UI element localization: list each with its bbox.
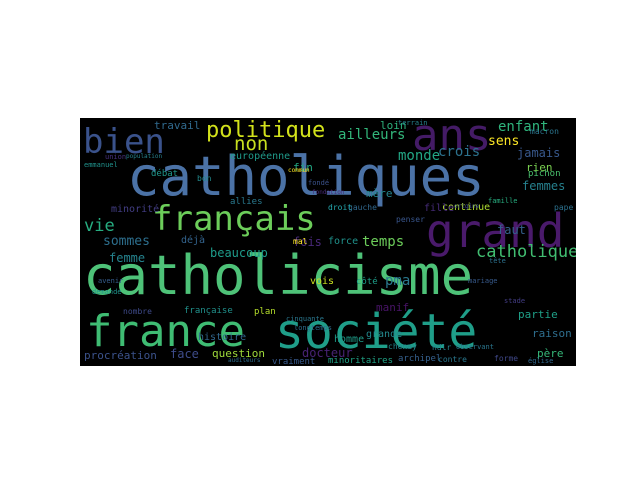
word-femmes: femmes <box>522 179 566 193</box>
word-monde: monde <box>398 148 441 164</box>
word-mariage: mariage <box>468 277 498 285</box>
word-union: union <box>105 153 127 161</box>
word-faut: faut <box>497 223 526 237</box>
word-demande: demande <box>92 288 122 296</box>
word-terrain: terrain <box>398 119 428 127</box>
word-commun: commun <box>288 167 310 174</box>
word-debat: débat <box>151 169 179 179</box>
word-crois: crois <box>438 144 481 160</box>
word-force: force <box>328 236 359 247</box>
word-fille: fille <box>424 203 455 214</box>
word-emmanuel: emmanuel <box>84 161 118 169</box>
word-gauche: gauche <box>348 203 377 212</box>
word-histoire: histoire <box>198 332 247 343</box>
word-pma: pma <box>385 273 411 289</box>
word-mal: mal <box>293 237 308 246</box>
word-vie: vie <box>84 216 115 236</box>
word-nombre: nombre <box>123 307 152 316</box>
word-ndlr: ndlr <box>432 343 452 352</box>
word-forme: forme <box>494 354 519 363</box>
word-pape: pape <box>554 203 574 212</box>
word-longtemps: longtemps <box>294 324 332 332</box>
word-beaucoup: beaucoup <box>210 246 268 260</box>
word-macron: macron <box>530 127 559 136</box>
word-manif: manif <box>376 301 410 314</box>
word-penser: penser <box>396 215 425 224</box>
word-homme: homme <box>334 334 365 345</box>
word-procreation: procréation <box>84 349 157 362</box>
word-sens: sens <box>488 134 520 149</box>
word-jamais: jamais <box>517 146 561 160</box>
word-contre: contre <box>438 355 467 364</box>
word-vraiment: vraiment <box>272 357 316 367</box>
word-fondation: fondation <box>312 189 345 196</box>
word-raison: raison <box>532 327 572 340</box>
word-face: face <box>170 347 199 361</box>
word-vois: vois <box>310 276 335 287</box>
word-tete: tête <box>489 257 506 265</box>
word-partie: partie <box>518 308 558 321</box>
word-minorite: minorité <box>111 204 160 215</box>
word-deja: déjà <box>181 235 206 246</box>
word-mere: mère <box>366 187 393 200</box>
word-auditeurs: auditeurs <box>228 357 261 364</box>
word-europeenne: européenne <box>230 151 291 162</box>
word-observant: observant <box>456 343 494 351</box>
word-grande: grande <box>366 329 403 340</box>
word-eglise: église <box>528 357 554 365</box>
word-francais: français <box>152 199 316 239</box>
word-sommes: sommes <box>103 234 150 249</box>
word-chenay: chenay <box>388 342 417 351</box>
word-origine: origine <box>454 203 480 210</box>
word-famille: famille <box>488 197 518 205</box>
word-population: population <box>126 153 163 160</box>
word-pichon: pichon <box>528 169 561 179</box>
word-allies: allies <box>230 197 263 207</box>
word-cloud: catholicisme catholiques société france … <box>80 118 576 366</box>
word-archipel: archipel <box>398 354 442 364</box>
word-plan: plan <box>254 307 276 317</box>
word-minoritaires: minoritaires <box>328 356 394 366</box>
word-travail: travail <box>154 119 201 132</box>
word-cinquante: cinquante <box>286 315 324 323</box>
word-bon: bon <box>197 174 212 183</box>
word-avenir: avenir <box>98 277 124 285</box>
word-francaise: française <box>184 306 233 316</box>
word-cote: côté <box>356 277 378 287</box>
word-stade: stade <box>504 297 526 305</box>
word-droit: droit <box>328 203 353 212</box>
word-femme: femme <box>109 251 146 265</box>
word-fonde: fondé <box>308 179 330 187</box>
word-temps: temps <box>362 234 405 250</box>
